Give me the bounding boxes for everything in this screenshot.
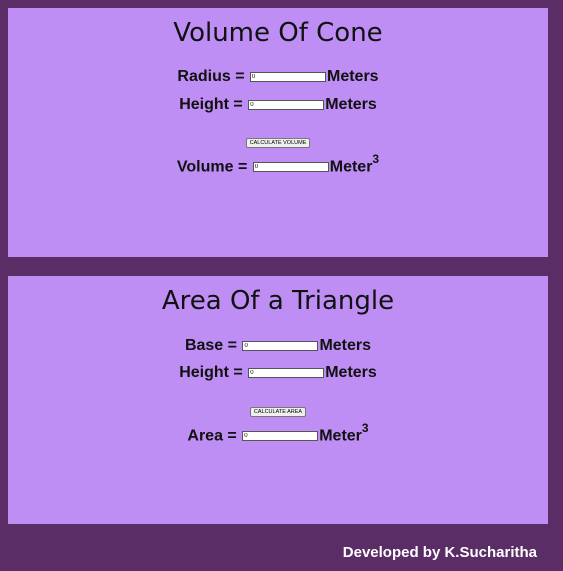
triangle-title: Area Of a Triangle — [161, 286, 395, 316]
calculate-area-button[interactable]: CALCULATE AREA — [249, 407, 307, 417]
area-unit-exponent: 3 — [361, 421, 369, 435]
volume-label: Volume = — [176, 158, 248, 176]
triangle-height-unit: Meters — [325, 364, 377, 381]
calculate-volume-button[interactable]: CALCULATE VOLUME — [245, 138, 311, 148]
area-output[interactable] — [242, 431, 319, 442]
cone-title: Volume Of Cone — [173, 18, 383, 48]
triangle-panel: Area Of a Triangle Base = Meters Height … — [8, 276, 548, 524]
volume-row: Volume = Meter3 — [8, 152, 548, 176]
area-unit: Meter — [319, 427, 362, 445]
cone-panel: Volume Of Cone Radius = Meters Height = … — [8, 8, 548, 257]
radius-row: Radius = Meters — [8, 68, 548, 86]
cone-height-unit: Meters — [325, 96, 377, 113]
cone-height-row: Height = Meters — [8, 96, 548, 114]
cone-height-input[interactable] — [248, 99, 325, 110]
triangle-height-label: Height = — [179, 364, 243, 381]
cone-height-label: Height = — [179, 96, 243, 113]
radius-input[interactable] — [250, 71, 326, 82]
area-label: Area = — [187, 427, 237, 445]
volume-unit-exponent: 3 — [372, 152, 380, 166]
base-row: Base = Meters — [8, 337, 548, 355]
triangle-height-row: Height = Meters — [8, 364, 548, 382]
base-label: Base = — [184, 337, 237, 354]
cone-button-row: CALCULATE VOLUME — [8, 129, 548, 148]
developer-credit: Developed by K.Sucharitha — [342, 544, 537, 561]
triangle-height-input[interactable] — [248, 367, 325, 378]
area-row: Area = Meter3 — [8, 421, 548, 445]
radius-unit: Meters — [327, 68, 379, 85]
volume-unit: Meter — [329, 158, 373, 176]
radius-label: Radius = — [177, 68, 245, 85]
volume-output[interactable] — [252, 162, 329, 173]
base-input[interactable] — [242, 340, 319, 351]
triangle-button-row: CALCULATE AREA — [8, 398, 548, 417]
base-unit: Meters — [319, 337, 372, 354]
